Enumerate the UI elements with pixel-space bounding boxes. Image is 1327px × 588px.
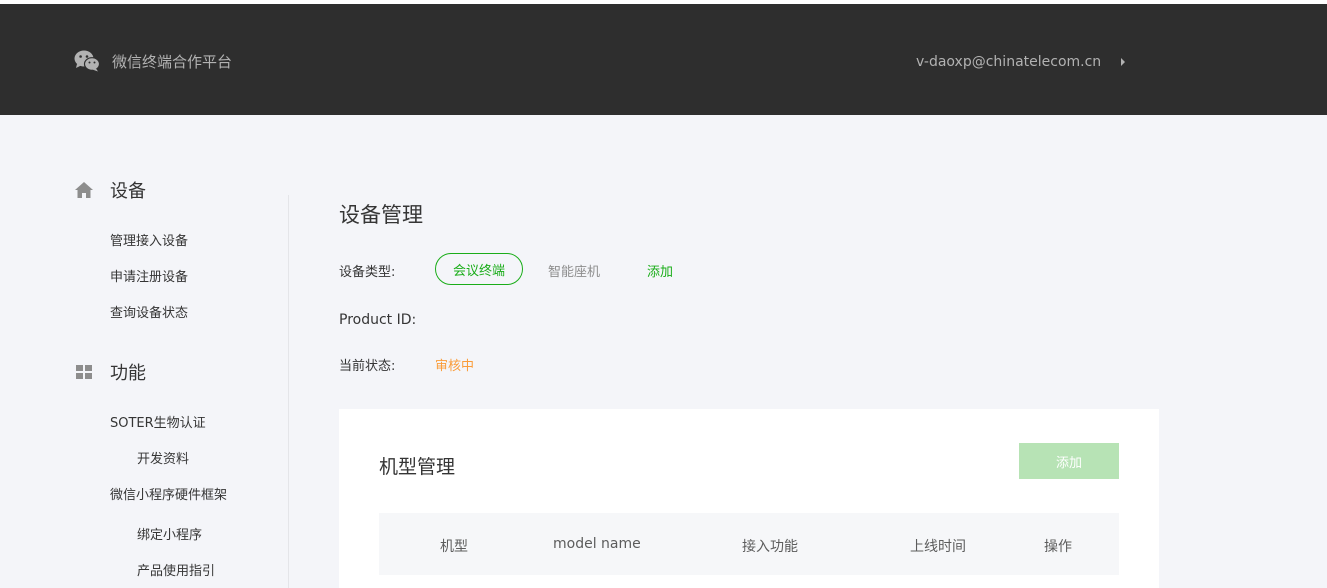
nav-group-device-title: 设备 (110, 181, 146, 202)
product-id-label: Product ID: (339, 312, 417, 328)
column-header-features: 接入功能 (742, 539, 798, 555)
top-bar: 微信终端合作平台 v-daoxp@chinatelecom.cn (0, 0, 1327, 115)
brand[interactable]: 微信终端合作平台 (74, 50, 232, 72)
caret-right-icon (1121, 58, 1126, 66)
device-type-meeting-terminal[interactable]: 会议终端 (435, 253, 523, 285)
home-icon (75, 182, 93, 198)
device-type-smart-phone[interactable]: 智能座机 (548, 261, 600, 280)
nav-group-function: 功能 (74, 359, 146, 385)
column-header-actions: 操作 (1044, 539, 1072, 555)
sidebar-item-dev-docs[interactable]: 开发资料 (137, 448, 189, 467)
sidebar-divider (288, 195, 289, 588)
grid-icon (76, 365, 92, 379)
status-label: 当前状态: (339, 359, 396, 374)
column-header-model-name: model name (553, 536, 641, 552)
nav-group-device: 设备 (74, 177, 146, 203)
panel-title: 机型管理 (379, 456, 456, 478)
sidebar-item-usage-guide[interactable]: 产品使用指引 (137, 560, 215, 579)
sidebar-item-bind-miniprogram[interactable]: 绑定小程序 (137, 524, 202, 543)
sidebar-item-manage-devices[interactable]: 管理接入设备 (110, 230, 188, 249)
sidebar-item-device-status[interactable]: 查询设备状态 (110, 302, 188, 321)
model-management-panel: 机型管理 添加 机型 model name 接入功能 上线时间 操作 (339, 409, 1159, 588)
brand-name: 微信终端合作平台 (112, 52, 233, 71)
sidebar-item-miniprogram-framework[interactable]: 微信小程序硬件框架 (110, 484, 227, 503)
column-header-launch-time: 上线时间 (910, 539, 966, 555)
account-email: v-daoxp@chinatelecom.cn (916, 54, 1102, 70)
account-menu[interactable]: v-daoxp@chinatelecom.cn (916, 52, 1126, 72)
sidebar-item-soter[interactable]: SOTER生物认证 (110, 412, 206, 431)
wechat-icon (74, 50, 100, 72)
add-model-button[interactable]: 添加 (1019, 443, 1119, 479)
sidebar-item-register-device[interactable]: 申请注册设备 (110, 266, 188, 285)
nav-group-function-title: 功能 (110, 363, 146, 384)
status-badge: 审核中 (435, 359, 475, 374)
column-header-model: 机型 (440, 539, 468, 555)
add-device-type-link[interactable]: 添加 (647, 261, 673, 280)
device-type-label: 设备类型: (339, 265, 396, 280)
table-header: 机型 model name 接入功能 上线时间 操作 (379, 513, 1119, 575)
page-title: 设备管理 (339, 203, 423, 227)
